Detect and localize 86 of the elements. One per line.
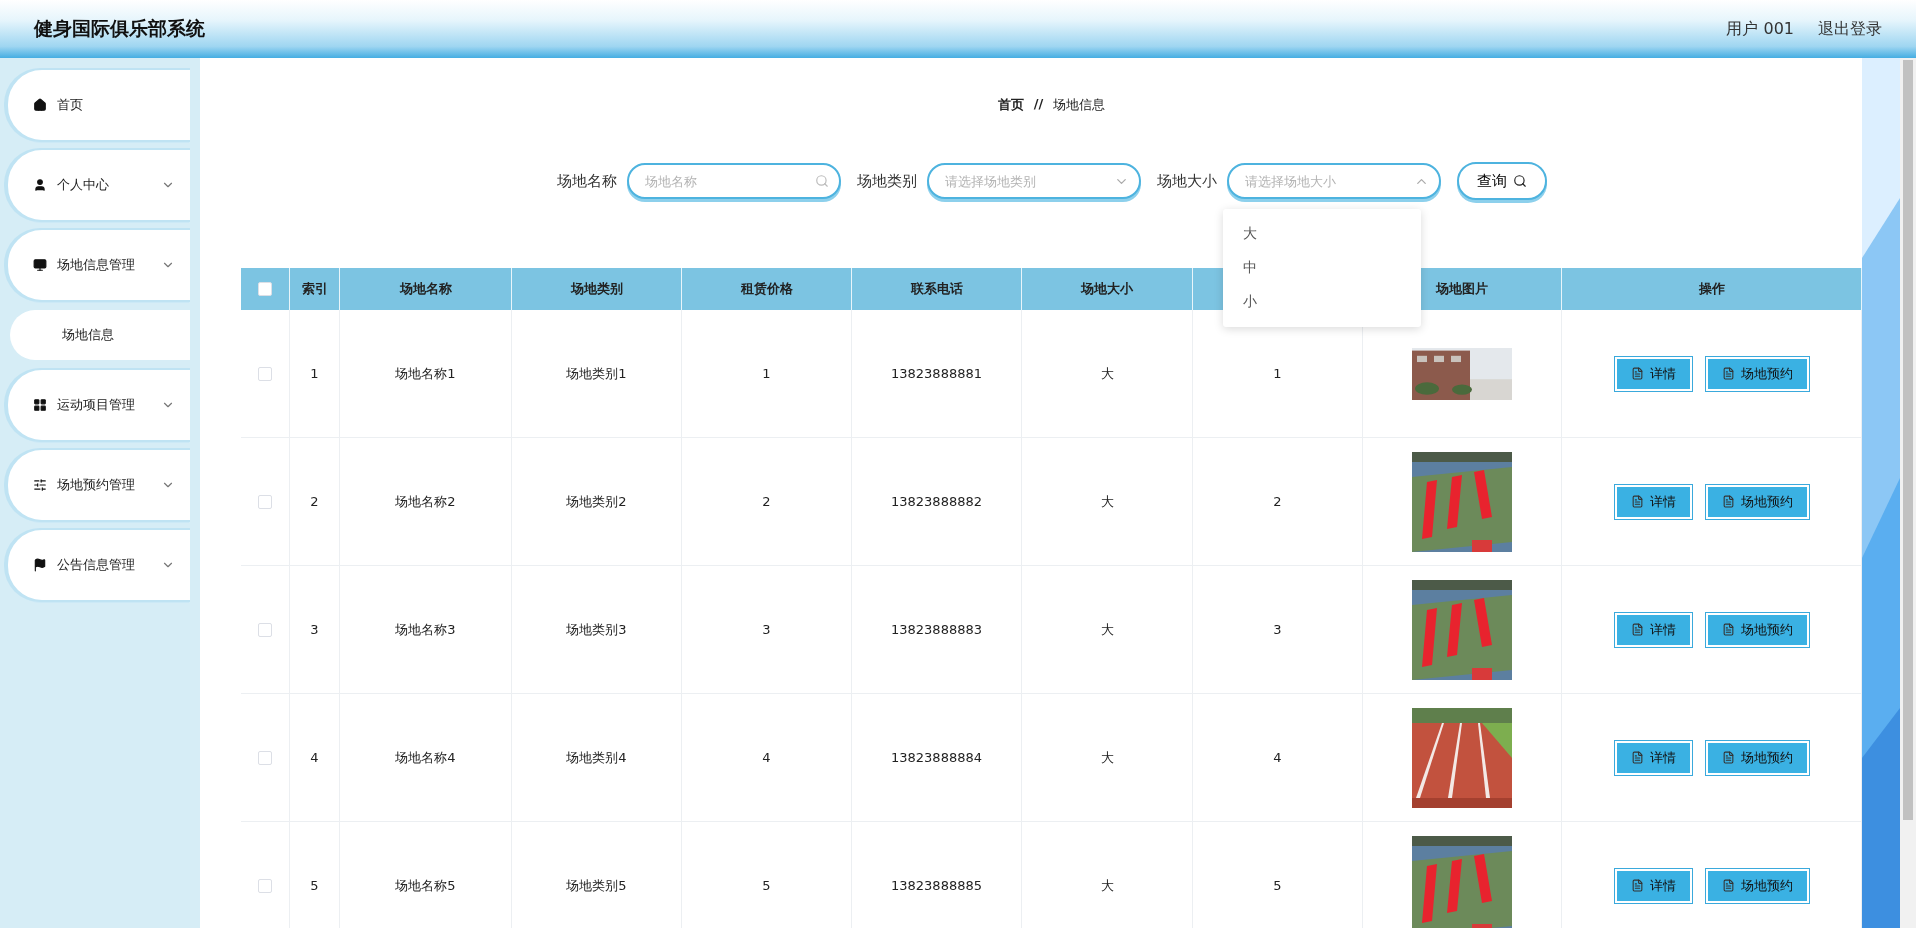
checkbox[interactable] bbox=[258, 494, 272, 509]
table-cell: 大 bbox=[1022, 566, 1193, 694]
column-header: 场地类别 bbox=[512, 268, 682, 310]
table-cell: 场地类别4 bbox=[512, 694, 682, 822]
column-header: 操作 bbox=[1562, 268, 1862, 310]
table-cell: 13823888883 bbox=[852, 566, 1022, 694]
flag-icon bbox=[33, 558, 47, 572]
breadcrumb-item: 场地信息 bbox=[1053, 96, 1106, 114]
checkbox[interactable] bbox=[258, 622, 272, 637]
reserve-button[interactable]: 场地预约 bbox=[1704, 611, 1810, 648]
checkbox[interactable] bbox=[258, 750, 272, 765]
table-cell: 场地名称1 bbox=[340, 310, 512, 438]
monitor-icon bbox=[33, 258, 47, 272]
document-icon bbox=[1721, 623, 1735, 636]
checkbox[interactable] bbox=[258, 878, 272, 893]
field-label: 场地类别 bbox=[856, 171, 917, 191]
table-cell: 场地名称3 bbox=[340, 566, 512, 694]
field-input[interactable]: 请选择场地类别 bbox=[942, 172, 1114, 190]
reserve-button[interactable]: 场地预约 bbox=[1704, 867, 1810, 904]
user-icon bbox=[33, 178, 47, 192]
dropdown-option[interactable]: 大 bbox=[1222, 217, 1421, 251]
field-input[interactable]: 请选择场地大小 bbox=[1242, 172, 1414, 190]
table-cell: 大 bbox=[1022, 310, 1193, 438]
table-cell: 场地类别2 bbox=[512, 438, 682, 566]
table-cell: 3 bbox=[682, 566, 852, 694]
scrollbar-thumb[interactable] bbox=[1903, 60, 1913, 820]
query-button[interactable]: 查询 bbox=[1456, 162, 1547, 200]
table-cell: 2 bbox=[1193, 438, 1363, 566]
table-cell: 2 bbox=[290, 438, 340, 566]
table-cell: 场地类别3 bbox=[512, 566, 682, 694]
sliders-icon bbox=[33, 478, 47, 492]
sidebar-subitem[interactable]: 场地信息 bbox=[10, 310, 190, 360]
table-cell: 场地名称2 bbox=[340, 438, 512, 566]
table-cell: 2 bbox=[682, 438, 852, 566]
document-icon bbox=[1721, 751, 1735, 764]
table-cell: 场地类别1 bbox=[512, 310, 682, 438]
table-cell: 13823888881 bbox=[852, 310, 1022, 438]
table-cell: 13823888882 bbox=[852, 438, 1022, 566]
reserve-button[interactable]: 场地预约 bbox=[1704, 739, 1810, 776]
breadcrumb-item[interactable]: 首页 bbox=[997, 96, 1024, 114]
breadcrumb-separator: // bbox=[1033, 96, 1044, 113]
home-icon bbox=[33, 98, 47, 112]
field-input[interactable]: 场地名称 bbox=[642, 172, 815, 190]
table-cell: 1 bbox=[682, 310, 852, 438]
details-button[interactable]: 详情 bbox=[1613, 867, 1693, 904]
checkbox[interactable] bbox=[258, 282, 272, 296]
search-icon bbox=[814, 174, 829, 188]
field-label: 场地名称 bbox=[556, 171, 617, 191]
grid-icon bbox=[33, 398, 47, 412]
details-button[interactable]: 详情 bbox=[1613, 355, 1693, 392]
table-cell: 13823888884 bbox=[852, 694, 1022, 822]
table-cell: 大 bbox=[1022, 694, 1193, 822]
select-field[interactable]: 请选择场地类别 bbox=[926, 163, 1141, 199]
document-icon bbox=[1630, 495, 1644, 508]
table-cell: 3 bbox=[290, 566, 340, 694]
column-header: 租赁价格 bbox=[682, 268, 852, 310]
user-name[interactable]: 用户 001 bbox=[1726, 18, 1794, 40]
document-icon bbox=[1721, 879, 1735, 892]
field-label: 场地大小 bbox=[1156, 171, 1217, 191]
document-icon bbox=[1721, 495, 1735, 508]
reserve-button[interactable]: 场地预约 bbox=[1704, 355, 1810, 392]
table-cell: 场地名称4 bbox=[340, 694, 512, 822]
column-header: 场地名称 bbox=[340, 268, 512, 310]
checkbox[interactable] bbox=[258, 366, 272, 381]
details-button[interactable]: 详情 bbox=[1613, 483, 1693, 520]
table-cell: 3 bbox=[1193, 566, 1363, 694]
search-icon bbox=[1512, 174, 1527, 188]
reserve-button[interactable]: 场地预约 bbox=[1704, 483, 1810, 520]
document-icon bbox=[1630, 751, 1644, 764]
app-title: 健身国际俱乐部系统 bbox=[34, 16, 205, 41]
table-cell: 4 bbox=[1193, 694, 1363, 822]
document-icon bbox=[1721, 367, 1735, 380]
details-button[interactable]: 详情 bbox=[1613, 611, 1693, 648]
table-cell: 1 bbox=[290, 310, 340, 438]
document-icon bbox=[1630, 879, 1644, 892]
table-cell: 大 bbox=[1022, 438, 1193, 566]
details-button[interactable]: 详情 bbox=[1613, 739, 1693, 776]
document-icon bbox=[1630, 623, 1644, 636]
logout-link[interactable]: 退出登录 bbox=[1818, 18, 1882, 40]
column-header: 联系电话 bbox=[852, 268, 1022, 310]
table-cell: 4 bbox=[682, 694, 852, 822]
column-header: 索引 bbox=[290, 268, 340, 310]
table-cell: 4 bbox=[290, 694, 340, 822]
column-header: 场地大小 bbox=[1022, 268, 1193, 310]
document-icon bbox=[1630, 367, 1644, 380]
input-field[interactable]: 场地名称 bbox=[626, 163, 841, 199]
